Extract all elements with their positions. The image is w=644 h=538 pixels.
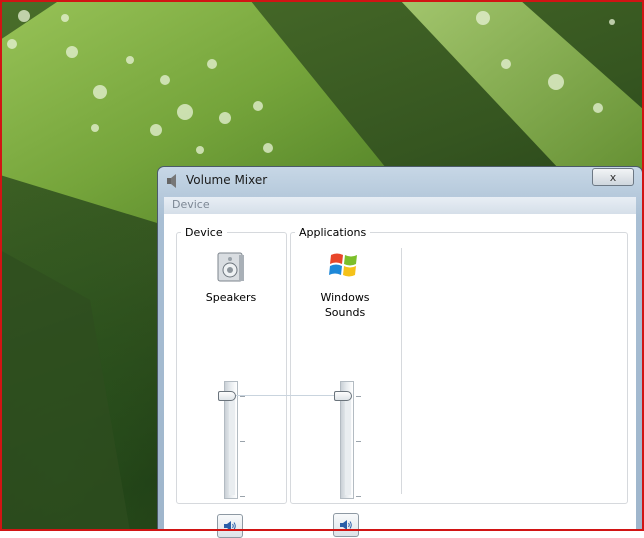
menu-bar: Device: [164, 197, 636, 215]
window-title: Volume Mixer: [186, 173, 268, 187]
app-volume-fill: [345, 400, 351, 495]
volume-mixer-window: Volume Mixer x Device Device Application…: [157, 166, 643, 538]
app-volume-tick: [356, 396, 361, 397]
mixer-client-area: Device Applications Speakers Windows Sou…: [164, 214, 636, 538]
speaker-volume-icon: [340, 520, 352, 530]
applications-group-legend: Applications: [299, 226, 367, 239]
speaker-icon[interactable]: [215, 251, 247, 283]
device-volume-tick: [240, 441, 245, 442]
device-mute-button[interactable]: [217, 514, 243, 538]
close-button[interactable]: x: [592, 168, 634, 186]
title-bar[interactable]: Volume Mixer x: [158, 167, 642, 195]
speaker-icon: [166, 173, 180, 189]
close-icon: x: [609, 170, 617, 184]
app-mute-button[interactable]: [333, 513, 359, 537]
applications-divider: [401, 248, 402, 494]
device-volume-slider-thumb[interactable]: [218, 391, 236, 401]
app-name-label: Windows Sounds: [320, 291, 370, 319]
device-name-label: Speakers: [205, 291, 257, 304]
device-volume-tick: [240, 496, 245, 497]
device-volume-tick: [240, 396, 245, 397]
app-volume-tick: [356, 496, 361, 497]
app-volume-slider-thumb[interactable]: [334, 391, 352, 401]
device-group-legend: Device: [185, 226, 223, 239]
app-volume-tick: [356, 441, 361, 442]
device-volume-fill: [229, 400, 235, 495]
menu-item-device[interactable]: Device: [172, 198, 210, 211]
windows-logo-icon[interactable]: [328, 249, 360, 281]
volume-link-line: [236, 395, 340, 396]
